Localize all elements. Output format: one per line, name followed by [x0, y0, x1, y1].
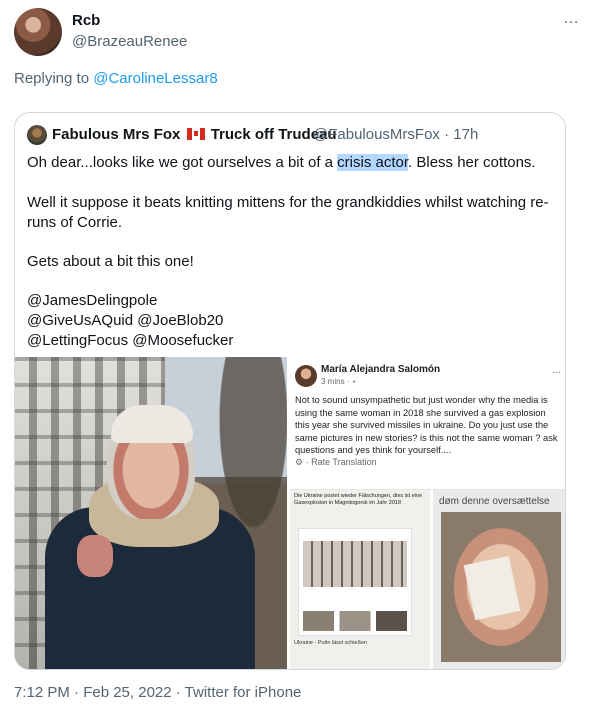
screenshot-title: Die Ukraine postet wieder Fälschungen, d… — [294, 493, 423, 506]
translation-label: døm denne oversættelse — [439, 496, 550, 507]
more-options-icon[interactable]: … — [563, 10, 580, 28]
screenshot-card — [298, 528, 412, 636]
quoted-tweet-card[interactable]: Fabulous Mrs Fox Truck off Trudeau @Fabu… — [14, 112, 566, 670]
embedded-facebook-post: María Alejandra Salomón 3 mins · ⋆ ... N… — [290, 357, 565, 490]
fb-post-time: 3 mins · ⋆ — [321, 377, 357, 386]
head-bandage — [111, 405, 193, 443]
fb-avatar — [295, 365, 317, 387]
tweet-timestamp[interactable]: 7:12 PM · Feb 25, 2022 · Twitter for iPh… — [14, 684, 301, 701]
screenshot-building — [303, 541, 407, 587]
screenshot-caption: Ukraine - Putin lässt schießen — [294, 640, 368, 646]
hand — [77, 535, 113, 577]
fb-more-icon: ... — [552, 365, 561, 376]
quoted-avatar[interactable] — [27, 125, 47, 145]
tweet-author-row: Rcb @BrazeauRenee … — [14, 8, 586, 58]
screenshot-panel: Die Ukraine postet wieder Fälschungen, d… — [290, 490, 430, 669]
quoted-display-name[interactable]: Fabulous Mrs Fox Truck off Trudeau — [52, 126, 337, 143]
quoted-line1-start: Oh dear...looks like we got ourselves a … — [27, 154, 338, 171]
quoted-handle-time: @FabulousMrsFox · 17h — [313, 126, 479, 143]
quoted-para3: Gets about a bit this one! — [27, 253, 194, 270]
quoted-line1: Oh dear...looks like we got ourselves a … — [27, 153, 553, 173]
quoted-tweet-header: Fabulous Mrs Fox Truck off Trudeau @Fabu… — [27, 125, 557, 145]
translation-panel: døm denne oversættelse — [433, 490, 565, 669]
fb-rate-translation: ⚙ · Rate Translation — [295, 457, 377, 467]
mention-line3[interactable]: @LettingFocus @Moosefucker — [27, 331, 553, 351]
replying-prefix: Replying to — [14, 70, 90, 87]
quoted-para2: Well it suppose it beats knitting mitten… — [27, 194, 549, 231]
canada-flag-icon — [186, 128, 205, 140]
highlighted-text: crisis actor — [337, 154, 409, 171]
replying-to-link[interactable]: @CarolineLessar8 — [93, 70, 217, 87]
mention-line1[interactable]: @JamesDelingpole — [27, 291, 553, 311]
mention-line2[interactable]: @GiveUsAQuid @JoeBlob20 — [27, 311, 553, 331]
media-photo-right[interactable]: María Alejandra Salomón 3 mins · ⋆ ... N… — [290, 357, 565, 669]
display-name[interactable]: Rcb — [72, 12, 100, 29]
screenshot-thumbnails — [303, 611, 407, 631]
quoted-name-part1: Fabulous Mrs Fox — [52, 126, 181, 143]
replying-to: Replying to @CarolineLessar8 — [14, 70, 218, 87]
avatar[interactable] — [14, 8, 62, 56]
media-photo-left[interactable] — [15, 357, 287, 669]
quoted-line1-end: . Bless her cottons. — [408, 154, 536, 171]
fb-author-name: María Alejandra Salomón — [321, 364, 441, 375]
quoted-tweet-text: Oh dear...looks like we got ourselves a … — [27, 153, 553, 351]
user-handle[interactable]: @BrazeauRenee — [72, 33, 187, 50]
fb-post-text: Not to sound unsympathetic but just wond… — [295, 395, 558, 456]
